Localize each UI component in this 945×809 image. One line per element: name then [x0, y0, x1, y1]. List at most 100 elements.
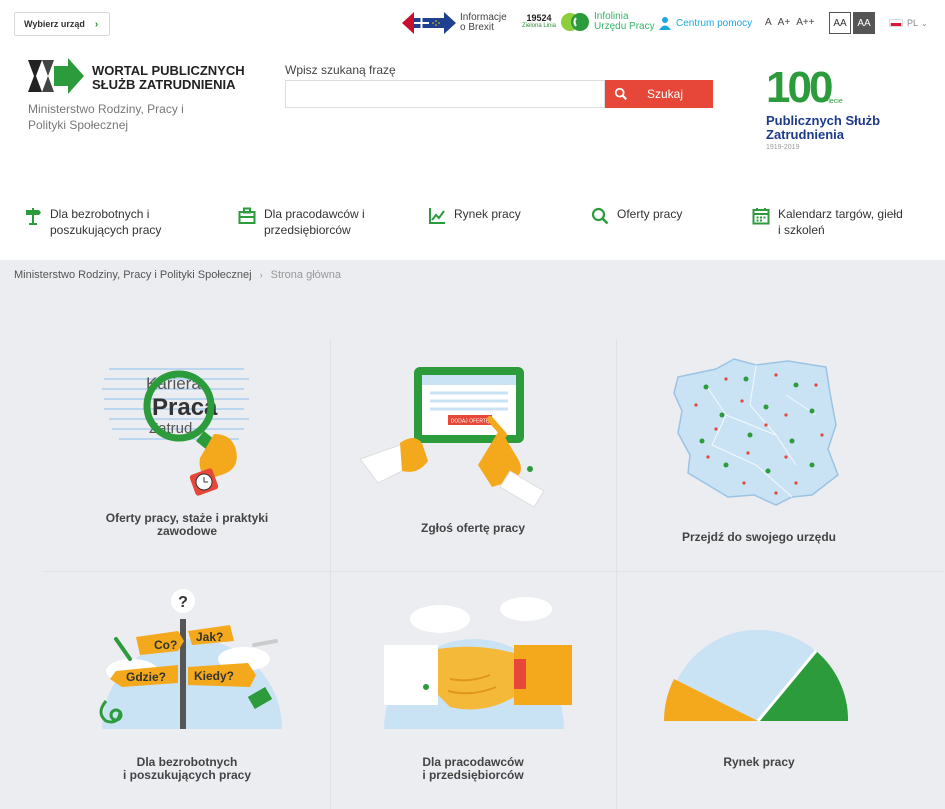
add-offer-art-button: DODAJ OFERTĘ: [451, 419, 490, 425]
tile-submit-offer-caption: Zgłoś ofertę pracy: [330, 522, 616, 535]
search-label: Wpisz szukaną frazę: [285, 63, 396, 77]
tile-employers[interactable]: Dla pracodawców i przedsiębiorców: [330, 571, 616, 803]
font-size-medium[interactable]: A+: [778, 17, 791, 28]
poland-flag-icon: [889, 19, 903, 27]
search-input[interactable]: [285, 80, 605, 108]
tile-job-offers-line2: zawodowe: [156, 524, 217, 538]
brexit-link[interactable]: Informacje o Brexit: [402, 10, 507, 36]
search-icon: [614, 87, 628, 101]
anniversary-number: 100 -lecie: [766, 66, 880, 110]
tile-submit-offer-line1: Zgłoś ofertę pracy: [420, 521, 526, 535]
search-icon: [591, 207, 609, 225]
nav-item-employers-line1: Dla pracodawców i: [264, 207, 365, 221]
sign-where: Gdzie?: [126, 670, 166, 684]
nav-item-employers-line2: przedsiębiorców: [264, 223, 351, 237]
anniversary-suffix: -lecie: [826, 98, 843, 105]
logo-arrows-icon: [28, 58, 84, 94]
search-button[interactable]: Szukaj: [605, 80, 713, 108]
calendar-icon: [752, 208, 770, 225]
tile-labor-market[interactable]: Rynek pracy: [616, 571, 902, 803]
breadcrumb-root-link[interactable]: Ministerstwo Rodziny, Pracy i Polityki S…: [14, 269, 252, 281]
tile-find-office-line1: Przejdź do swojego urzędu: [681, 530, 836, 544]
anniversary-line2: Zatrudnienia: [766, 127, 845, 142]
anniversary-badge[interactable]: 100 -lecie Publicznych Służb Zatrudnieni…: [766, 66, 880, 152]
ministry-line2: Polityki Społecznej: [28, 118, 129, 132]
breadcrumb-separator-icon: ›: [259, 270, 263, 280]
signpost-illustration: Co? Jak? Gdzie? Kiedy? ?: [99, 589, 282, 729]
breadcrumb: Ministerstwo Rodziny, Pracy i Polityki S…: [14, 269, 341, 281]
infolinia-link[interactable]: 19524 Zielona Linia Infolinia Urzędu Pra…: [522, 12, 655, 32]
anniversary-line1: Publicznych Służb: [766, 113, 881, 128]
nav-item-calendar-line2: i szkoleń: [778, 223, 825, 237]
nav-item-unemployed-line2: poszukujących pracy: [50, 223, 162, 237]
nav-item-labor-market-label: Rynek pracy: [454, 207, 521, 221]
tile-job-offers[interactable]: Kariera Praca Zatrud Oferty pracy, staże…: [44, 339, 330, 571]
tile-submit-offer[interactable]: DODAJ OFERTĘ Zgłoś ofertę pracy: [330, 339, 616, 571]
brexit-line2: o Brexit: [460, 22, 494, 33]
choose-office-label: Wybierz urząd: [24, 19, 85, 29]
handshake-illustration: [384, 597, 572, 729]
tiles-grid: Kariera Praca Zatrud Oferty pracy, staże…: [44, 339, 944, 809]
anniversary-years: 1919-2019: [766, 144, 800, 151]
phone-icon: [561, 13, 590, 31]
tile-unemployed-line2: i poszukujących pracy: [122, 768, 252, 782]
sign-when: Kiedy?: [194, 669, 234, 683]
tile-job-offers-caption: Oferty pracy, staże i praktyki zawodowe: [44, 512, 330, 538]
nav-item-calendar[interactable]: Kalendarz targów, giełd i szkoleń: [752, 206, 903, 238]
tile-unemployed[interactable]: Co? Jak? Gdzie? Kiedy? ? Dla bezrobotnyc…: [44, 571, 330, 803]
brexit-text: Informacje o Brexit: [460, 13, 507, 33]
tile-labor-market-line1: Rynek pracy: [723, 755, 795, 769]
sign-what: Co?: [154, 638, 177, 652]
nav-item-unemployed[interactable]: Dla bezrobotnych i poszukujących pracy: [24, 206, 161, 238]
poland-map-illustration: [673, 358, 839, 506]
anniversary-number-text: 100: [766, 63, 833, 112]
top-bar: Wybierz urząd › Informacje o Brexit 1952…: [0, 0, 945, 46]
search-button-label: Szukaj: [647, 87, 684, 101]
nav-item-labor-market[interactable]: Rynek pracy: [428, 206, 521, 225]
help-center-label: Centrum pomocy: [676, 17, 753, 29]
logo-line2: SŁUŻB ZATRUDNIENIA: [92, 77, 236, 92]
ministry-line1: Ministerstwo Rodziny, Pracy i: [28, 102, 184, 116]
contrast-normal-button[interactable]: AA: [829, 12, 851, 34]
question-mark: ?: [178, 594, 188, 611]
font-size-switcher: A A+ A++: [765, 17, 815, 28]
language-selector[interactable]: PL ⌄: [889, 18, 928, 28]
contrast-high-button[interactable]: AA: [853, 12, 875, 34]
help-center-link[interactable]: Centrum pomocy: [658, 16, 752, 30]
nav-item-unemployed-line1: Dla bezrobotnych i: [50, 207, 150, 221]
choose-office-button[interactable]: Wybierz urząd ›: [14, 12, 110, 36]
main-content: Ministerstwo Rodziny, Pracy i Polityki S…: [0, 260, 945, 809]
infolinia-sub: Zielona Linia: [522, 23, 557, 29]
infolinia-number: 19524 Zielona Linia: [522, 14, 556, 30]
tablet-illustration: DODAJ OFERTĘ: [359, 367, 545, 508]
nav-item-job-offers-label: Oferty pracy: [617, 207, 683, 221]
tile-employers-line2: i przedsiębiorców: [422, 768, 524, 782]
tile-find-office[interactable]: Przejdź do swojego urzędu: [616, 339, 902, 571]
tile-unemployed-caption: Dla bezrobotnych i poszukujących pracy: [44, 756, 330, 782]
chevron-right-icon: ›: [94, 18, 99, 30]
infolinia-text: Infolinia Urzędu Pracy: [594, 12, 655, 32]
brexit-flag-icon: [402, 12, 456, 34]
logo-text: WORTAL PUBLICZNYCH SŁUŻB ZATRUDNIENIA: [92, 64, 245, 94]
job-search-illustration: Kariera Praca Zatrud: [102, 368, 249, 496]
font-size-small[interactable]: A: [765, 17, 772, 28]
logo-line1: WORTAL PUBLICZNYCH: [92, 63, 245, 78]
tile-employers-caption: Dla pracodawców i przedsiębiorców: [330, 756, 616, 782]
breadcrumb-current: Strona główna: [270, 269, 341, 281]
chevron-down-icon: ⌄: [921, 18, 928, 28]
help-person-icon: [659, 17, 671, 30]
contrast-switcher: AA AA: [829, 12, 875, 34]
tile-find-office-caption: Przejdź do swojego urzędu: [616, 531, 902, 544]
tile-labor-market-caption: Rynek pracy: [616, 756, 902, 769]
sign-how: Jak?: [196, 630, 223, 644]
nav-item-job-offers[interactable]: Oferty pracy: [591, 206, 682, 225]
font-size-large[interactable]: A++: [796, 17, 814, 28]
nav-item-employers[interactable]: Dla pracodawców i przedsiębiorców: [238, 206, 365, 238]
anniversary-title: Publicznych Służb Zatrudnienia: [766, 114, 880, 142]
nav-item-calendar-line1: Kalendarz targów, giełd: [778, 207, 903, 221]
ministry-name: Ministerstwo Rodziny, Pracy i Polityki S…: [28, 101, 228, 133]
main-navigation: Dla bezrobotnych i poszukujących pracy D…: [0, 196, 945, 256]
infolinia-line2: Urzędu Pracy: [594, 21, 655, 32]
briefcase-icon: [238, 207, 256, 224]
site-logo[interactable]: WORTAL PUBLICZNYCH SŁUŻB ZATRUDNIENIA: [28, 58, 245, 94]
